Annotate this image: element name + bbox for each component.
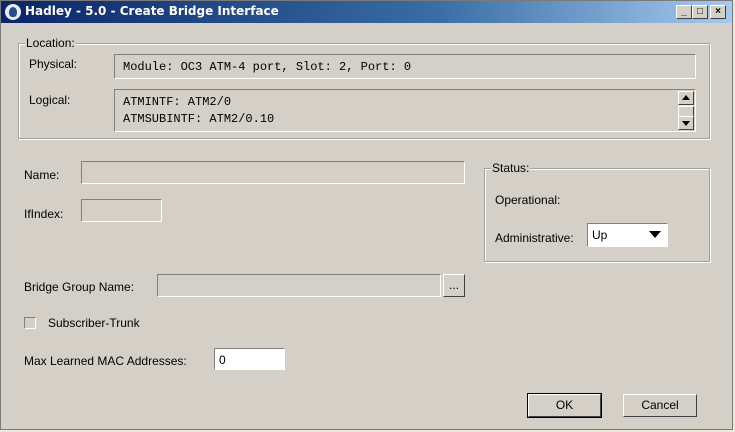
location-legend: Location:: [25, 36, 76, 50]
name-label: Name:: [24, 168, 60, 182]
subscriber-trunk-label[interactable]: Subscriber-Trunk: [48, 316, 140, 330]
subscriber-trunk-checkbox[interactable]: [24, 317, 36, 329]
browse-button[interactable]: ...: [443, 274, 465, 297]
administrative-label: Administrative:: [495, 231, 574, 245]
minimize-button[interactable]: _: [676, 5, 692, 19]
ifindex-label: IfIndex:: [24, 207, 64, 221]
administrative-value: Up: [592, 228, 608, 242]
title-bar[interactable]: Hadley - 5.0 - Create Bridge Interface _…: [1, 1, 732, 23]
arrow-down-icon: [682, 121, 690, 126]
max-mac-input[interactable]: 0: [214, 348, 285, 370]
physical-label: Physical:: [29, 57, 78, 71]
browse-label: ...: [448, 278, 459, 292]
close-button[interactable]: ×: [710, 5, 726, 19]
bridge-group-label: Bridge Group Name:: [24, 280, 135, 294]
ifindex-input[interactable]: [81, 199, 162, 222]
max-mac-label: Max Learned MAC Addresses:: [24, 354, 187, 368]
bridge-group-input[interactable]: [157, 274, 441, 297]
app-icon: [5, 4, 21, 20]
status-group: Status: Operational: Administrative: Up: [484, 161, 710, 262]
administrative-select[interactable]: Up: [587, 223, 668, 247]
scroll-down-button[interactable]: [678, 116, 694, 130]
location-group: Location: Physical: Module: OC3 ATM-4 po…: [18, 36, 710, 139]
arrow-up-icon: [682, 95, 690, 100]
cancel-label: Cancel: [641, 398, 679, 412]
logical-label: Logical:: [29, 93, 71, 107]
chevron-down-icon[interactable]: [649, 231, 661, 238]
create-bridge-interface-dialog: Hadley - 5.0 - Create Bridge Interface _…: [0, 0, 733, 430]
ok-label: OK: [555, 398, 574, 412]
close-icon: ×: [715, 6, 721, 17]
logical-field[interactable]: ATMINTF: ATM2/0 ATMSUBINTF: ATM2/0.10: [114, 89, 696, 132]
minimize-icon: _: [681, 6, 687, 17]
ok-button[interactable]: OK: [527, 393, 602, 418]
operational-label: Operational:: [495, 193, 561, 207]
status-legend: Status:: [491, 161, 531, 175]
physical-value: Module: OC3 ATM-4 port, Slot: 2, Port: 0: [123, 60, 412, 74]
max-mac-value: 0: [219, 353, 226, 367]
logical-scrollbar[interactable]: [678, 91, 694, 130]
logical-line-2: ATMSUBINTF: ATM2/0.10: [123, 112, 275, 126]
window-title: Hadley - 5.0 - Create Bridge Interface: [25, 4, 279, 18]
maximize-icon: □: [696, 6, 704, 17]
cancel-button[interactable]: Cancel: [623, 394, 697, 417]
scroll-up-button[interactable]: [678, 91, 694, 105]
logical-line-1: ATMINTF: ATM2/0: [123, 95, 232, 109]
name-input[interactable]: [81, 161, 465, 184]
maximize-button[interactable]: □: [692, 5, 708, 19]
physical-field: Module: OC3 ATM-4 port, Slot: 2, Port: 0: [114, 54, 696, 79]
